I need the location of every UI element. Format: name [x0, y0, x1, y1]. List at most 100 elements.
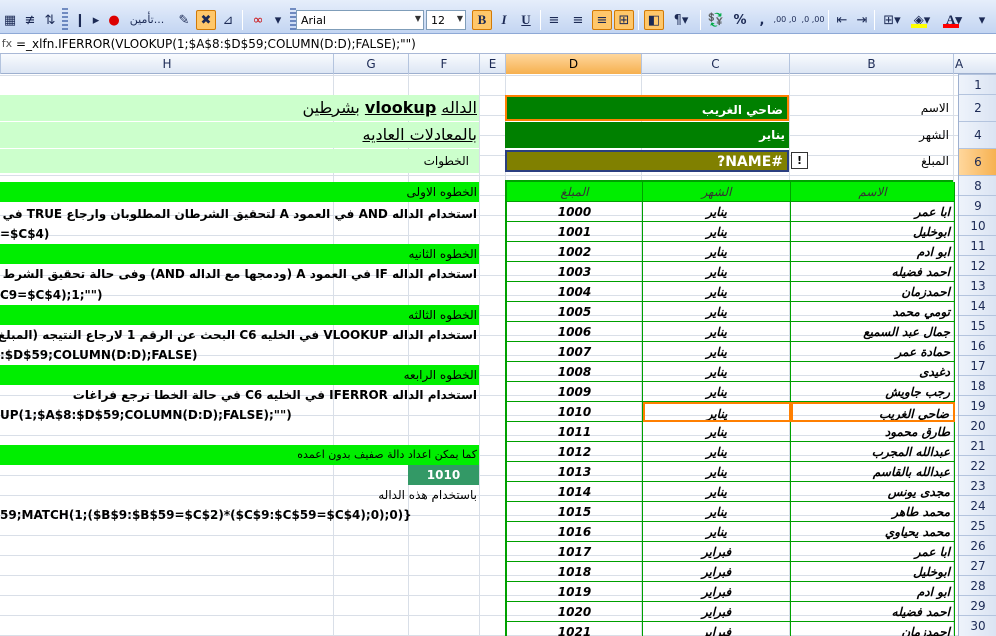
- table-cell-month[interactable]: يناير: [643, 282, 791, 302]
- month-lookup-value[interactable]: يناير: [505, 122, 789, 148]
- name-lookup-value[interactable]: ضاحي الغريب: [505, 95, 789, 121]
- table-cell-month[interactable]: يناير: [643, 382, 791, 402]
- column-header-f[interactable]: F: [408, 54, 479, 74]
- table-header-month[interactable]: الشهر: [643, 182, 791, 202]
- table-cell-amount[interactable]: 1004: [507, 282, 643, 302]
- row-header-9[interactable]: 9: [959, 195, 996, 215]
- notes-title[interactable]: الداله vlookup بشرطين: [0, 95, 479, 121]
- table-header-name[interactable]: الاسم: [791, 182, 955, 202]
- chevron-down-icon[interactable]: ▼: [415, 14, 421, 23]
- step2-title[interactable]: الخطوه الثانيه: [0, 244, 479, 264]
- run-icon[interactable]: ▸: [86, 10, 106, 30]
- row-header-25[interactable]: 25: [959, 515, 996, 535]
- toolbar-grip[interactable]: [62, 8, 68, 32]
- table-cell-name[interactable]: احمد فضيله: [791, 602, 955, 622]
- sort-icon[interactable]: ⇅: [40, 10, 60, 30]
- step3-text[interactable]: استخدام الداله VLOOKUP في الخليه C6 البح…: [0, 325, 479, 345]
- align-right-icon[interactable]: ≡: [592, 10, 612, 30]
- row-header-20[interactable]: 20: [959, 415, 996, 435]
- row-header-4[interactable]: 4: [959, 121, 996, 148]
- row-header-26[interactable]: 26: [959, 535, 996, 555]
- table-cell-amount[interactable]: 1005: [507, 302, 643, 322]
- array-result[interactable]: 1010: [408, 465, 479, 485]
- bold-button[interactable]: B: [472, 10, 492, 30]
- align-left-icon[interactable]: ≡: [544, 10, 564, 30]
- row-header-29[interactable]: 29: [959, 595, 996, 615]
- table-cell-amount[interactable]: 1019: [507, 582, 643, 602]
- paragraph-direction-icon[interactable]: ¶▾: [666, 10, 696, 30]
- chevron-down-icon[interactable]: ▼: [457, 14, 463, 23]
- table-cell-month[interactable]: يناير: [643, 402, 791, 422]
- table-cell-month[interactable]: فبراير: [643, 622, 791, 636]
- table-cell-name[interactable]: احمدزمان: [791, 282, 955, 302]
- row-header-6[interactable]: 6: [959, 148, 996, 175]
- column-header-h[interactable]: H: [0, 54, 333, 74]
- table-cell-month[interactable]: يناير: [643, 262, 791, 282]
- step4-text[interactable]: استخدام الداله IFERROR في الخليه C6 في ح…: [0, 385, 479, 405]
- table-cell-name[interactable]: ابا عمر: [791, 202, 955, 222]
- increase-indent-icon[interactable]: ⇥: [852, 10, 872, 30]
- borders-dropdown-icon[interactable]: ⊞▾: [878, 10, 906, 30]
- table-cell-month[interactable]: يناير: [643, 422, 791, 442]
- align-center-icon[interactable]: ≡: [568, 10, 588, 30]
- row-header-10[interactable]: 10: [959, 215, 996, 235]
- table-cell-name[interactable]: طارق محمود: [791, 422, 955, 442]
- step3-title[interactable]: الخطوه الثالثه: [0, 305, 479, 325]
- italic-button[interactable]: I: [494, 10, 514, 30]
- font-color-button[interactable]: A ▾: [940, 10, 968, 30]
- array-caption[interactable]: باستخدام هذه الداله: [0, 485, 479, 505]
- table-cell-month[interactable]: يناير: [643, 322, 791, 342]
- column-header-b[interactable]: B: [789, 54, 953, 74]
- table-cell-amount[interactable]: 1020: [507, 602, 643, 622]
- table-cell-amount[interactable]: 1007: [507, 342, 643, 362]
- table-cell-amount[interactable]: 1003: [507, 262, 643, 282]
- table-cell-name[interactable]: حمادة عمر: [791, 342, 955, 362]
- row-header-12[interactable]: 12: [959, 255, 996, 275]
- table-cell-amount[interactable]: 1013: [507, 462, 643, 482]
- sheet-grid[interactable]: الداله vlookup بشرطين بالمعادلات العاديه…: [0, 74, 958, 636]
- row-header-30[interactable]: 30: [959, 615, 996, 635]
- comma-style-button[interactable]: ,: [752, 10, 772, 30]
- row-header-8[interactable]: 8: [959, 175, 996, 195]
- column-header-e[interactable]: E: [479, 54, 505, 74]
- font-name-combo[interactable]: Arial ▼: [296, 10, 424, 30]
- table-cell-month[interactable]: يناير: [643, 302, 791, 322]
- table-cell-month[interactable]: يناير: [643, 462, 791, 482]
- column-header-a[interactable]: A: [953, 54, 996, 74]
- fill-color-icon[interactable]: ◈▾: [908, 10, 936, 30]
- currency-icon[interactable]: 💱: [706, 10, 726, 30]
- table-cell-amount[interactable]: 1000: [507, 202, 643, 222]
- dropdown-icon[interactable]: ▾: [268, 10, 288, 30]
- row-header-1[interactable]: 1: [959, 74, 996, 94]
- step1-title[interactable]: الخطوه الاولى: [0, 182, 479, 202]
- table-cell-name[interactable]: عبدالله المجرب: [791, 442, 955, 462]
- step1-text[interactable]: استخدام الداله AND في العمود A لتحقيق ال…: [0, 204, 479, 224]
- table-cell-month[interactable]: يناير: [643, 362, 791, 382]
- row-header-15[interactable]: 15: [959, 315, 996, 335]
- table-cell-name[interactable]: رجب جاويش: [791, 382, 955, 402]
- align-icon[interactable]: ≢: [20, 10, 40, 30]
- table-cell-name[interactable]: ابو ادم: [791, 242, 955, 262]
- table-cell-amount[interactable]: 1008: [507, 362, 643, 382]
- table-cell-name[interactable]: ابوخليل: [791, 222, 955, 242]
- row-header-14[interactable]: 14: [959, 295, 996, 315]
- rtl-direction-icon[interactable]: ◧: [644, 10, 664, 30]
- table-cell-amount[interactable]: 1010: [507, 402, 643, 422]
- underline-button[interactable]: U: [516, 10, 536, 30]
- row-header-24[interactable]: 24: [959, 495, 996, 515]
- row-header-11[interactable]: 11: [959, 235, 996, 255]
- table-cell-amount[interactable]: 1018: [507, 562, 643, 582]
- table-cell-amount[interactable]: 1009: [507, 382, 643, 402]
- borders-icon[interactable]: ▦: [0, 10, 20, 30]
- table-cell-amount[interactable]: 1015: [507, 502, 643, 522]
- table-cell-month[interactable]: يناير: [643, 442, 791, 462]
- table-cell-name[interactable]: احمدزمان: [791, 622, 955, 636]
- row-header-23[interactable]: 23: [959, 475, 996, 495]
- table-cell-month[interactable]: يناير: [643, 222, 791, 242]
- row-header-2[interactable]: 2: [959, 94, 996, 121]
- table-cell-name[interactable]: محمد يحياوي: [791, 522, 955, 542]
- row-header-13[interactable]: 13: [959, 275, 996, 295]
- table-cell-amount[interactable]: 1006: [507, 322, 643, 342]
- array-title[interactable]: كما يمكن اعداد دالة صفيف بدون اعمده: [0, 445, 479, 465]
- step2-formula[interactable]: C9=$C$4);1;""): [0, 285, 479, 305]
